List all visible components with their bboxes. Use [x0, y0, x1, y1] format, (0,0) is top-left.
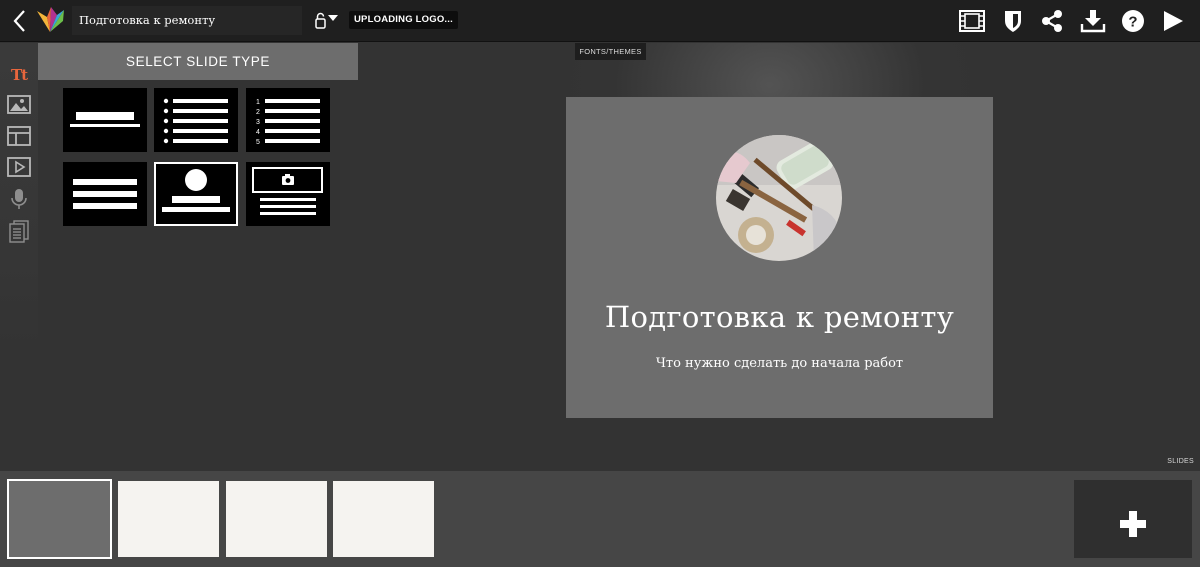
play-button[interactable] — [1160, 8, 1186, 34]
slide-canvas[interactable]: Подготовка к ремонту Что нужно сделать д… — [566, 97, 993, 418]
svg-text:?: ? — [1128, 14, 1137, 31]
share-button[interactable] — [1039, 8, 1065, 34]
layout-title-only[interactable] — [63, 88, 147, 152]
number-label: 1 — [256, 99, 260, 106]
shield-icon — [1005, 11, 1021, 32]
layout-tool[interactable] — [7, 124, 31, 148]
theme-dropdown[interactable] — [313, 11, 343, 31]
shield-button[interactable] — [1000, 8, 1026, 34]
layout-title-with-image[interactable] — [154, 162, 238, 226]
back-button[interactable] — [10, 8, 30, 34]
add-slide-button[interactable] — [1074, 480, 1192, 558]
tool-rail: Tt — [0, 43, 38, 348]
number-label: 2 — [256, 109, 260, 116]
number-label: 3 — [256, 119, 260, 126]
image-icon — [7, 95, 31, 114]
layout-numbered-list[interactable]: 1 2 3 4 5 — [246, 88, 330, 152]
title-image-layout-icon — [162, 169, 230, 212]
status-badge: UPLOADING LOGO... — [349, 11, 458, 29]
image-tool[interactable] — [7, 93, 31, 117]
layout-icon — [7, 126, 31, 146]
layout-bullet-list[interactable] — [154, 88, 238, 152]
slide-filmstrip — [0, 471, 1200, 567]
video-tool[interactable] — [7, 155, 31, 179]
top-bar: Подготовка к ремонту UPLOADING LOGO... ? — [0, 0, 1200, 42]
slide-title[interactable]: Подготовка к ремонту — [566, 300, 993, 334]
number-label: 5 — [256, 139, 260, 146]
number-label: 4 — [256, 129, 260, 136]
slide-photo[interactable] — [716, 135, 842, 261]
microphone-icon — [11, 189, 27, 209]
theme-lock-icon — [315, 12, 338, 29]
film-button[interactable] — [959, 8, 985, 34]
slide-thumbnail-4[interactable] — [333, 481, 434, 557]
slides-label: SLIDES — [1167, 458, 1194, 465]
download-icon — [1080, 10, 1106, 33]
paint-tools-photo — [716, 135, 842, 261]
image-caption-layout-icon — [252, 167, 323, 215]
project-title-field[interactable]: Подготовка к ремонту — [72, 6, 302, 35]
video-icon — [7, 157, 31, 177]
slide-thumbnail-2[interactable] — [118, 481, 219, 557]
adobe-slate-logo — [37, 7, 64, 32]
share-icon — [1042, 10, 1062, 32]
title-layout-icon — [70, 112, 140, 127]
chevron-left-icon — [13, 10, 25, 32]
select-slide-type-header: SELECT SLIDE TYPE — [38, 43, 358, 80]
download-button[interactable] — [1080, 8, 1106, 34]
fonts-themes-tab[interactable]: FONTS/THEMES — [575, 43, 646, 60]
app-logo[interactable] — [33, 5, 67, 35]
slide-subtitle[interactable]: Что нужно сделать до начала работ — [566, 356, 993, 371]
paragraph-layout-icon — [73, 179, 137, 209]
layout-image-caption[interactable] — [246, 162, 330, 226]
numbered-list-icon: 1 2 3 4 5 — [256, 99, 320, 146]
text-tool[interactable]: Tt — [7, 63, 31, 87]
help-icon: ? — [1122, 10, 1144, 32]
bullet-list-icon — [163, 98, 228, 144]
play-icon — [1164, 11, 1183, 31]
notes-tool[interactable] — [7, 219, 31, 243]
slide-thumbnail-3[interactable] — [226, 481, 327, 557]
document-icon — [9, 220, 29, 243]
help-button[interactable]: ? — [1120, 8, 1146, 34]
layout-paragraph[interactable] — [63, 162, 147, 226]
slide-thumbnail-1[interactable] — [7, 479, 112, 559]
audio-tool[interactable] — [7, 187, 31, 211]
film-icon — [959, 10, 985, 32]
plus-icon — [1120, 511, 1146, 537]
